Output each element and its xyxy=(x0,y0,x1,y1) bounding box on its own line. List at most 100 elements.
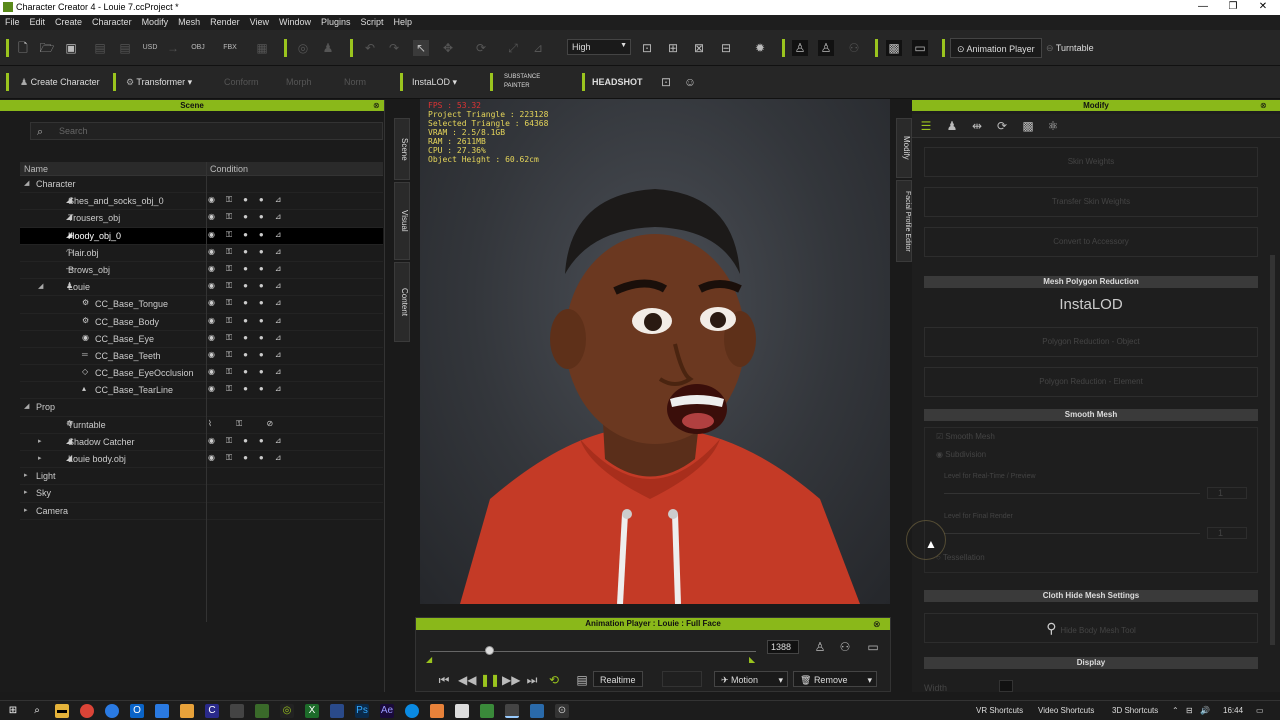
menu-create[interactable]: Create xyxy=(50,15,87,29)
tree-row[interactable]: ◢ ♟ Louie ◉⚿●●⊿ xyxy=(20,279,383,297)
menu-mesh[interactable]: Mesh xyxy=(173,15,205,29)
render-icon[interactable]: ▦ xyxy=(254,40,270,56)
pause-icon[interactable]: ❚❚ xyxy=(480,672,500,688)
arrow-icon[interactable]: → xyxy=(165,40,181,56)
new-file-icon[interactable]: 🗋 xyxy=(15,40,31,56)
turntable-button[interactable]: ⊖ Turntable xyxy=(1040,38,1100,58)
condition-icons[interactable]: ◉⚿●●⊿ xyxy=(208,316,292,326)
tree-row[interactable]: ◢ Character xyxy=(20,176,383,194)
condition-icons[interactable]: ◉⚿●●⊿ xyxy=(208,436,292,446)
pose-icon[interactable]: ♙ xyxy=(792,40,808,56)
tree-row[interactable]: ⚙ CC_Base_Tongue ◉⚿●●⊿ xyxy=(20,296,383,314)
condition-icons[interactable]: ◉⚿●●⊿ xyxy=(208,367,292,377)
fbx-export-icon[interactable]: FBX xyxy=(222,40,238,56)
tree-row[interactable]: ▸ Light xyxy=(20,468,383,486)
fps-select[interactable] xyxy=(662,671,702,687)
collapsed-caret-icon[interactable]: ▸ xyxy=(24,471,28,479)
column-name[interactable]: Name xyxy=(24,164,48,174)
skin-weights-button[interactable]: Skin Weights xyxy=(924,147,1258,177)
app-icon[interactable] xyxy=(430,704,444,718)
timeline-scrubber[interactable] xyxy=(484,646,494,655)
condition-icons[interactable]: ◉⚿●●⊿ xyxy=(208,453,292,463)
quality-select[interactable]: High ▼ xyxy=(567,39,631,55)
tree-row[interactable]: ▴ CC_Base_TearLine ◉⚿●●⊿ xyxy=(20,382,383,400)
move-tool-icon[interactable]: ✥ xyxy=(440,40,456,56)
mesh-poly-reduction-header[interactable]: Mesh Polygon Reduction xyxy=(924,276,1258,288)
menu-modify[interactable]: Modify xyxy=(137,15,174,29)
excel-icon[interactable]: X xyxy=(305,704,319,718)
vr-shortcuts-label[interactable]: VR Shortcuts xyxy=(976,706,1023,715)
close-button[interactable]: ✕ xyxy=(1248,1,1278,12)
smooth-mesh-checkbox[interactable]: ☑ Smooth Mesh xyxy=(936,432,995,441)
snap-icon[interactable]: ⊿ xyxy=(530,40,546,56)
export-icon[interactable]: ▤ xyxy=(117,40,133,56)
close-icon[interactable]: ⊗ xyxy=(1260,101,1267,110)
menu-character[interactable]: Character xyxy=(87,15,137,29)
fit-icon[interactable]: ⊡ xyxy=(639,40,655,56)
transformer-button[interactable]: ⚙ Transformer ▾ xyxy=(120,72,198,92)
tree-row[interactable]: ◉ CC_Base_Eye ◉⚿●●⊿ xyxy=(20,331,383,348)
condition-icons[interactable]: ◉⚿●●⊿ xyxy=(208,333,292,343)
menu-file[interactable]: File xyxy=(0,15,25,29)
import-icon[interactable]: ▤ xyxy=(92,40,108,56)
close-icon[interactable]: ⊗ xyxy=(373,101,380,110)
level-realtime-slider[interactable] xyxy=(944,493,1200,494)
physics-tab-icon[interactable]: ⚛ xyxy=(1045,118,1061,134)
frame-icon[interactable]: ⊞ xyxy=(665,40,681,56)
motion-button[interactable]: ✈ Motion ▾ xyxy=(714,671,788,687)
start-marker-icon[interactable]: ◢ xyxy=(426,655,432,664)
app-icon[interactable] xyxy=(530,704,544,718)
cloth-hide-mesh-header[interactable]: Cloth Hide Mesh Settings xyxy=(924,590,1258,602)
norm-button[interactable]: Norm xyxy=(338,72,372,92)
restore-button[interactable]: ❐ xyxy=(1218,1,1248,12)
texture-tab-icon[interactable]: ▩ xyxy=(1020,118,1036,134)
tree-row[interactable]: ▸ ◢ Louie body.obj ◉⚿●●⊿ xyxy=(20,451,383,469)
tab-modify[interactable]: Modify xyxy=(896,118,912,178)
level-final-input[interactable]: 1 xyxy=(1207,527,1247,539)
skype-icon[interactable] xyxy=(405,704,419,718)
substance-painter-button[interactable]: SUBSTANCE PAINTER xyxy=(498,72,566,92)
convert-accessory-button[interactable]: Convert to Accessory xyxy=(924,227,1258,257)
skip-start-icon[interactable]: ⏮ xyxy=(436,672,452,688)
collapsed-caret-icon[interactable]: ▸ xyxy=(38,437,42,445)
subdivision-radio[interactable]: ◉ Subdivision xyxy=(936,450,986,459)
tray-chevron-icon[interactable]: ⌃ xyxy=(1172,706,1179,715)
app-icon[interactable] xyxy=(330,704,344,718)
character-creator-task-icon[interactable] xyxy=(505,704,519,718)
column-condition[interactable]: Condition xyxy=(210,164,248,174)
redo-icon[interactable]: ↷ xyxy=(386,40,402,56)
menu-help[interactable]: Help xyxy=(389,15,418,29)
hide-body-mesh-button[interactable]: ⚲ Hide Body Mesh Tool xyxy=(924,613,1258,643)
transform-tab-icon[interactable]: ⇹ xyxy=(969,118,985,134)
edge-icon[interactable] xyxy=(105,704,119,718)
bounding-box-icon[interactable]: ⊟ xyxy=(718,40,734,56)
app-icon[interactable]: C xyxy=(205,704,219,718)
tessellation-radio[interactable]: ○ Tessellation xyxy=(936,553,985,562)
outlook-icon[interactable]: O xyxy=(130,704,144,718)
motion-layer-icon[interactable]: ⚇ xyxy=(837,639,853,655)
app-icon[interactable] xyxy=(480,704,494,718)
robot-icon[interactable]: ⚇ xyxy=(846,40,862,56)
subtitle-icon[interactable]: ▤ xyxy=(574,672,590,688)
condition-icons[interactable]: ◉⚿●●⊿ xyxy=(208,384,292,394)
menu-script[interactable]: Script xyxy=(356,15,389,29)
width-color-swatch[interactable] xyxy=(999,680,1013,692)
timeline-track[interactable] xyxy=(430,651,756,652)
app-icon[interactable] xyxy=(230,704,244,718)
condition-icons[interactable]: ◉⚿●●⊿ xyxy=(208,264,292,274)
after-effects-icon[interactable]: Ae xyxy=(380,704,394,718)
tree-row[interactable]: ◢ Hoody_obj_0 ◉⚿●●⊿ xyxy=(20,227,383,245)
app-icon[interactable] xyxy=(155,704,169,718)
app-icon[interactable]: ◎ xyxy=(280,704,294,718)
expanded-caret-icon[interactable]: ◢ xyxy=(24,402,29,410)
tab-content[interactable]: Content xyxy=(394,262,410,342)
menu-view[interactable]: View xyxy=(245,15,274,29)
instalod-button[interactable]: InstaLOD ▾ xyxy=(406,72,463,92)
expanded-caret-icon[interactable]: ◢ xyxy=(38,282,43,290)
search-icon[interactable]: ⌕ xyxy=(30,704,44,718)
condition-icons[interactable]: ◉⚿●●⊿ xyxy=(208,212,292,222)
tree-row[interactable]: ⚙ CC_Base_Body ◉⚿●●⊿ xyxy=(20,314,383,331)
tab-facial-profile[interactable]: Facial Profile Editor xyxy=(896,180,912,262)
tree-row[interactable]: ▸ ◢ Shadow Catcher ◉⚿●●⊿ xyxy=(20,434,383,451)
end-marker-icon[interactable]: ◣ xyxy=(749,655,755,664)
